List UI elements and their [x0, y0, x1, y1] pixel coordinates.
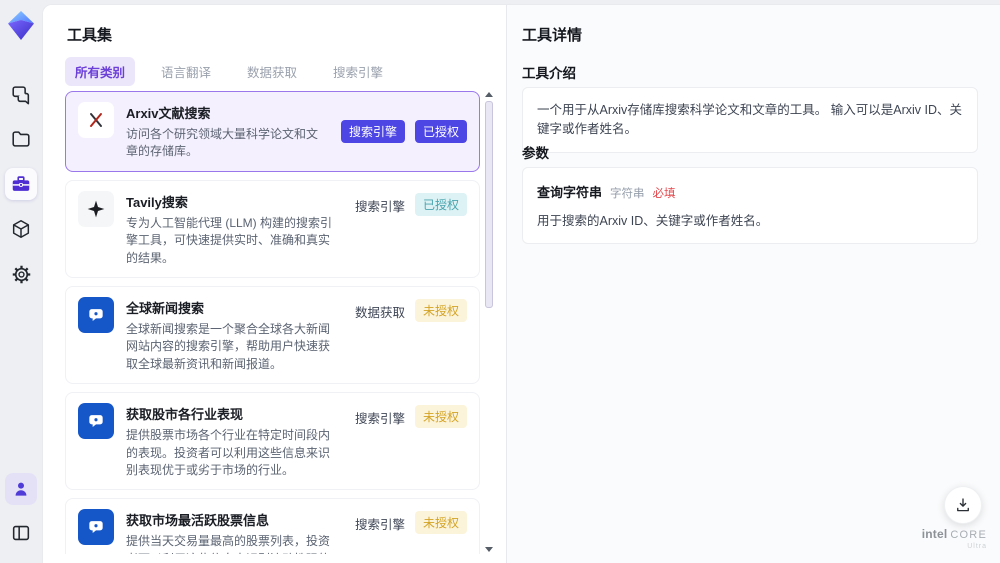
gear-icon: [11, 264, 32, 285]
tool-name: Arxiv文献搜索: [126, 106, 211, 121]
scrollbar-thumb[interactable]: [485, 101, 493, 308]
tab-all-categories[interactable]: 所有类别: [65, 57, 136, 86]
sidebar-item-settings[interactable]: [5, 258, 37, 290]
app-window: 工具集 所有类别 语言翻译 数据获取 搜索引擎 Arxiv文献搜索 访问各个研究…: [0, 0, 1000, 563]
param-card: 查询字符串 字符串 必填 用于搜索的Arxiv ID、关键字或作者姓名。: [522, 167, 978, 244]
intro-text: 一个用于从Arxiv存储库搜索科学论文和文章的工具。 输入可以是Arxiv ID…: [537, 103, 963, 136]
app-logo-icon: [6, 10, 36, 42]
intro-card: 一个用于从Arxiv存储库搜索科学论文和文章的工具。 输入可以是Arxiv ID…: [522, 87, 978, 153]
arxiv-logo-icon: [78, 102, 114, 138]
tool-detail-panel: 工具详情 工具介绍 一个用于从Arxiv存储库搜索科学论文和文章的工具。 输入可…: [506, 5, 1000, 563]
toolset-panel: 工具集 所有类别 语言翻译 数据获取 搜索引擎 Arxiv文献搜索 访问各个研究…: [43, 5, 506, 563]
page-title: 工具集: [67, 27, 113, 44]
tool-name: 获取市场最活跃股票信息: [126, 513, 270, 529]
tool-description: 专为人工智能代理 (LLM) 构建的搜索引擎工具，可快速提供实时、准确和真实的结…: [126, 215, 333, 265]
content-shell: 工具集 所有类别 语言翻译 数据获取 搜索引擎 Arxiv文献搜索 访问各个研究…: [42, 4, 1000, 563]
tab-language-translation[interactable]: 语言翻译: [151, 57, 221, 86]
category-label: 搜索引擎: [354, 518, 405, 533]
auth-status-badge: 已授权: [414, 119, 467, 143]
tab-search-engine[interactable]: 搜索引擎: [323, 57, 393, 86]
tool-name: 全球新闻搜索: [126, 300, 205, 316]
tool-description: 全球新闻搜索是一个聚合全球各大新闻网站内容的搜索引擎，帮助用户快速获取全球最新资…: [126, 321, 331, 371]
detail-title: 工具详情: [522, 27, 583, 44]
intel-core-logo: intel CORE Ultra: [921, 526, 987, 551]
category-label: 数据获取: [354, 305, 405, 320]
param-name: 查询字符串: [537, 185, 603, 200]
sidebar-item-toolbox[interactable]: [5, 168, 37, 200]
user-icon: [11, 479, 31, 499]
scrollbar-up-arrow[interactable]: [485, 92, 493, 97]
category-label: 搜索引擎: [354, 412, 405, 427]
tool-description: 访问各个研究领域大量科学论文和文章的存储库。: [126, 127, 319, 159]
news-app-icon: [78, 403, 114, 440]
sidebar-item-chat[interactable]: [5, 78, 37, 110]
tool-description: 提供当天交易量最高的股票列表，投资者可以利用这些信息来识别流动性强的股票和潜在的…: [126, 534, 331, 554]
scrollbar-down-arrow[interactable]: [485, 547, 493, 552]
category-tabs: 所有类别 语言翻译 数据获取 搜索引擎: [65, 57, 393, 86]
tool-card-tavily[interactable]: Tavily搜索 专为人工智能代理 (LLM) 构建的搜索引擎工具，可快速提供实…: [65, 179, 480, 278]
tool-card-most-active-stocks[interactable]: 获取市场最活跃股票信息 提供当天交易量最高的股票列表，投资者可以利用这些信息来识…: [65, 498, 480, 554]
tool-name: Tavily搜索: [126, 194, 188, 210]
params-heading: 参数: [522, 146, 549, 161]
chat-icon: [10, 83, 32, 105]
tab-data-fetch[interactable]: 数据获取: [237, 57, 307, 86]
tool-card-sector-performance[interactable]: 获取股市各行业表现 提供股票市场各个行业在特定时间段内的表现。投资者可以利用这些…: [65, 392, 480, 491]
auth-status-badge: 未授权: [414, 511, 467, 535]
tool-card-arxiv[interactable]: Arxiv文献搜索 访问各个研究领域大量科学论文和文章的存储库。 搜索引擎 已授…: [65, 91, 480, 172]
category-badge: 搜索引擎: [340, 119, 405, 143]
tool-list-scrollbar: [485, 92, 493, 552]
auth-status-badge: 已授权: [414, 192, 467, 216]
auth-status-badge: 未授权: [414, 405, 467, 429]
category-label: 搜索引擎: [354, 199, 405, 214]
sidebar-item-packages[interactable]: [5, 213, 37, 245]
download-icon: [954, 496, 972, 514]
intro-heading: 工具介绍: [522, 66, 576, 81]
sidebar-item-profile[interactable]: [5, 473, 37, 505]
param-required-badge: 必填: [652, 188, 676, 200]
folder-icon: [10, 128, 32, 150]
left-rail: [0, 0, 42, 563]
panel-toggle-icon: [10, 522, 32, 544]
tool-name: 获取股市各行业表现: [126, 407, 244, 423]
sidebar-item-files[interactable]: [5, 123, 37, 155]
news-app-icon: [78, 296, 114, 333]
toolbox-icon: [10, 173, 32, 195]
tool-description: 提供股票市场各个行业在特定时间段内的表现。投资者可以利用这些信息来识别表现优于或…: [126, 428, 331, 477]
tool-list: Arxiv文献搜索 访问各个研究领域大量科学论文和文章的存储库。 搜索引擎 已授…: [65, 91, 480, 554]
tool-card-global-news[interactable]: 全球新闻搜索 全球新闻搜索是一个聚合全球各大新闻网站内容的搜索引擎，帮助用户快速…: [65, 285, 480, 385]
param-type: 字符串: [610, 188, 645, 200]
auth-status-badge: 未授权: [414, 298, 467, 322]
news-app-icon: [78, 509, 114, 546]
sidebar-item-panel-toggle[interactable]: [5, 517, 37, 549]
tavily-star-icon: [78, 190, 114, 227]
param-description: 用于搜索的Arxiv ID、关键字或作者姓名。: [537, 214, 769, 228]
cube-icon: [10, 218, 32, 240]
download-button[interactable]: [944, 486, 982, 524]
